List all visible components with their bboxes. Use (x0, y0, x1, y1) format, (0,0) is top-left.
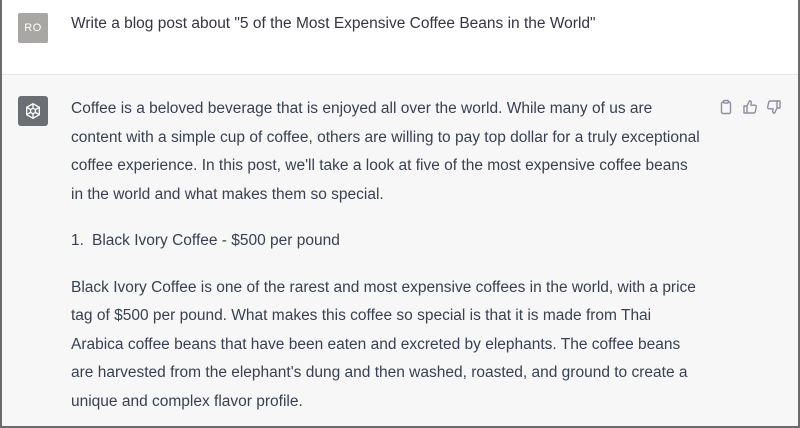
thumbs-up-icon[interactable] (742, 99, 758, 115)
openai-logo-icon (18, 96, 48, 126)
user-avatar: RO (18, 13, 48, 43)
assistant-response: Coffee is a beloved beverage that is enj… (71, 95, 701, 426)
list-item: 1. Black Ivory Coffee - $500 per pound (71, 227, 701, 256)
intro-paragraph: Coffee is a beloved beverage that is enj… (71, 100, 700, 203)
list-item-number: 1. (71, 232, 84, 249)
user-message: RO Write a blog post about "5 of the Mos… (2, 0, 798, 75)
list-item-text: Black Ivory Coffee - $500 per pound (92, 232, 340, 249)
assistant-message: Coffee is a beloved beverage that is enj… (2, 75, 798, 426)
clipboard-icon[interactable] (718, 99, 734, 115)
chat-frame: RO Write a blog post about "5 of the Mos… (0, 0, 800, 428)
user-prompt-text: Write a blog post about "5 of the Most E… (71, 15, 596, 32)
body-paragraph: Black Ivory Coffee is one of the rarest … (71, 278, 696, 410)
thumbs-down-icon[interactable] (766, 99, 782, 115)
message-actions (718, 99, 782, 115)
